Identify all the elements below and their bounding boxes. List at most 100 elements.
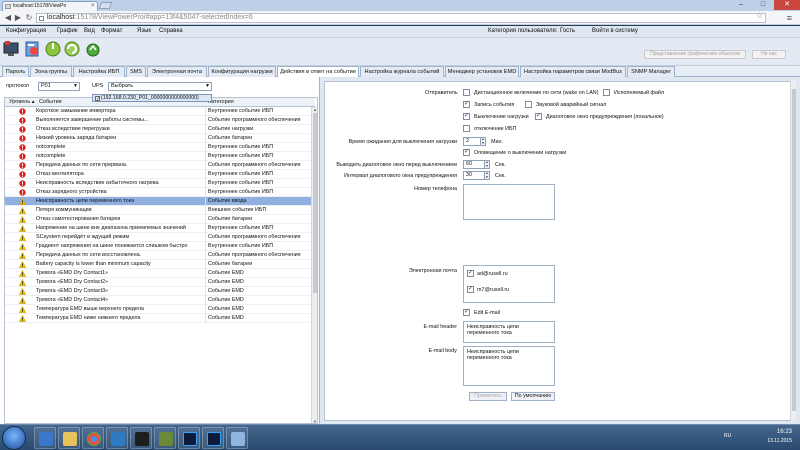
settings-icon[interactable] — [24, 40, 42, 58]
refresh-icon[interactable] — [63, 40, 81, 58]
table-row[interactable]: Тревога «EMD Dry Contact3» Событие EMD — [5, 287, 311, 296]
browser-tab[interactable]: localhost:15178/ViewPo × — [2, 1, 98, 11]
tab-password[interactable]: Пароль — [2, 66, 29, 77]
ups-off-checkbox[interactable] — [463, 125, 470, 132]
ups-select[interactable]: Выбрать ▼ — [108, 82, 212, 91]
email-body-input[interactable]: Неисправность цепи переменного тока — [463, 346, 555, 386]
menu-item-chart[interactable]: График — [57, 28, 78, 34]
tab-sms[interactable]: SMS — [126, 66, 146, 77]
default-button[interactable]: По умолчанию — [511, 392, 555, 401]
table-row[interactable]: Battery capacity is lower than minimum c… — [5, 260, 311, 269]
interval-input[interactable]: 30 ▲ ▼ — [463, 171, 490, 180]
remote-wake-checkbox[interactable] — [463, 89, 470, 96]
taskbar-app-2[interactable] — [106, 427, 128, 449]
table-row[interactable]: SCsystem перейдёт в ждущий режим Событие … — [5, 233, 311, 242]
table-row[interactable]: Неисправность вследствие избыточного наг… — [5, 179, 311, 188]
ups-icon[interactable] — [84, 40, 102, 58]
table-row[interactable]: Температура EMD ниже нижнего предела Собы… — [5, 314, 311, 323]
tab-event-log[interactable]: Настройка журнала событий — [360, 66, 444, 77]
dialog-before-input[interactable]: 60 ▲ ▼ — [463, 160, 490, 169]
clock-time[interactable]: 16:23 — [777, 429, 792, 435]
bookmark-star-icon[interactable]: ☆ — [756, 11, 763, 20]
notify-load-off-checkbox[interactable]: ✓ — [463, 149, 470, 156]
browser-menu-icon[interactable]: ≡ — [787, 13, 792, 23]
menu-item-format[interactable]: Формат — [101, 28, 122, 34]
email-1-checkbox[interactable]: ✓ — [467, 270, 474, 277]
apply-button[interactable]: Применить — [469, 392, 507, 401]
scrollbar-thumb[interactable] — [313, 113, 317, 293]
sound-alarm-checkbox[interactable] — [525, 101, 532, 108]
power-icon[interactable] — [44, 40, 62, 58]
table-row[interactable]: Тревога «EMD Dry Contact2» Событие EMD — [5, 278, 311, 287]
table-scrollbar[interactable]: ▲ ▼ — [311, 107, 317, 423]
table-row[interactable]: Отказ вследствие перегрузки Событие нагру… — [5, 125, 311, 134]
menu-item-view[interactable]: Вид — [84, 28, 95, 34]
table-row[interactable]: Неисправность цепи переменного тока Событ… — [5, 197, 311, 206]
tab-email[interactable]: Электронная почта — [147, 66, 207, 77]
form-scrollbar[interactable] — [790, 81, 796, 421]
minimize-button[interactable]: – — [730, 0, 752, 10]
start-button[interactable] — [2, 426, 26, 450]
taskbar-app-4[interactable] — [154, 427, 176, 449]
log-event-checkbox[interactable]: ✓ — [463, 101, 470, 108]
ups-dropdown-option[interactable]: ✓ (192.168.0.230_P01_0000000000000000) — [92, 94, 212, 102]
forward-button[interactable]: ▶ — [13, 13, 23, 23]
graphic-objects-button[interactable]: Представление графических объектов — [644, 50, 746, 59]
table-row[interactable]: notcomplete Внутреннее событие ИБП — [5, 152, 311, 161]
new-tab-button[interactable] — [98, 2, 113, 9]
tab-emd-manager[interactable]: Менеджер установок EMD — [445, 66, 519, 77]
clock-date[interactable]: 13.11.2015 — [767, 438, 792, 444]
table-row[interactable]: Выполняется завершение работы системы...… — [5, 116, 311, 125]
table-row[interactable]: Передача данных по сети восстановлена. Со… — [5, 251, 311, 260]
tab-modbus[interactable]: Настройка параметров связи ModBus — [520, 66, 626, 77]
taskbar-photoshop-2[interactable] — [202, 427, 224, 449]
table-row[interactable]: Тревога «EMD Dry Contact4» Событие EMD — [5, 296, 311, 305]
column-level[interactable]: Уровень ▴ — [9, 99, 34, 105]
protocol-select[interactable]: P01 ▼ — [38, 82, 80, 91]
url-input[interactable]: localhost:15178/ViewPowerPro/#app=13f4&5… — [36, 13, 766, 23]
email-2-checkbox[interactable]: ✓ — [467, 286, 474, 293]
table-row[interactable]: Передача данных по сети прервана. Событие… — [5, 161, 311, 170]
tab-load-config[interactable]: Конфигурация нагрузки — [208, 66, 276, 77]
close-tab-icon[interactable]: × — [91, 2, 95, 11]
taskbar-chrome[interactable] — [82, 427, 104, 449]
tab-group-zone[interactable]: Зона группы — [30, 66, 72, 77]
tab-snmp[interactable]: SNMP Manager — [627, 66, 675, 77]
executable-checkbox[interactable] — [603, 89, 610, 96]
checkbox[interactable]: ✓ — [95, 96, 100, 102]
table-row[interactable]: Отказ вентилятора Внутреннее событие ИБП — [5, 170, 311, 179]
taskbar-app-5[interactable] — [226, 427, 248, 449]
spinner-icon[interactable]: ▲ ▼ — [484, 160, 490, 169]
close-window-button[interactable]: ✕ — [774, 0, 800, 10]
reload-button[interactable]: ↻ — [24, 13, 34, 23]
menu-item-config[interactable]: Конфигурация — [6, 28, 46, 34]
table-row[interactable]: Потеря коммуникации Внешнее событие ИБП — [5, 206, 311, 215]
tab-ups-settings[interactable]: Настройка ИБП — [73, 66, 125, 77]
table-row[interactable]: Градиент напряжения на шине понижается с… — [5, 242, 311, 251]
maximize-button[interactable]: □ — [752, 0, 774, 10]
menu-item-help[interactable]: Справка — [159, 28, 183, 34]
spinner-icon[interactable]: ▲ ▼ — [484, 171, 490, 180]
table-row[interactable]: Отказ зарядного устройства Внутреннее соб… — [5, 188, 311, 197]
not-set-button[interactable]: Не нас — [752, 50, 786, 59]
taskbar-app-3[interactable] — [130, 427, 152, 449]
table-row[interactable]: Напряжение на шине вне диапазона приемле… — [5, 224, 311, 233]
load-off-checkbox[interactable]: ✓ — [463, 113, 470, 120]
monitor-icon[interactable] — [3, 40, 21, 58]
warning-dialog-checkbox[interactable]: ✓ — [535, 113, 542, 120]
taskbar-photoshop-1[interactable] — [178, 427, 200, 449]
table-row[interactable]: Отказ самотестирования батареи Событие ба… — [5, 215, 311, 224]
login-link[interactable]: Войти в систему — [592, 28, 638, 34]
table-row[interactable]: Низкий уровень заряда батареи Событие бат… — [5, 134, 311, 143]
language-indicator[interactable]: RU — [724, 433, 731, 439]
email-list[interactable]: ✓ ad@rusell.ru ✓ m7@rusell.ru — [463, 265, 555, 303]
taskbar-explorer[interactable] — [34, 427, 56, 449]
taskbar-folder[interactable] — [58, 427, 80, 449]
table-row[interactable]: Температура EMD выше верхнего предела Соб… — [5, 305, 311, 314]
edit-email-checkbox[interactable]: ✓ — [463, 309, 470, 316]
phone-list[interactable] — [463, 184, 555, 220]
table-row[interactable]: notcomplete Внутреннее событие ИБП — [5, 143, 311, 152]
back-button[interactable]: ◀ — [3, 13, 13, 23]
scrollbar-thumb[interactable] — [792, 89, 796, 411]
table-row[interactable]: Короткое замыкание инвертора Внутреннее с… — [5, 107, 311, 116]
